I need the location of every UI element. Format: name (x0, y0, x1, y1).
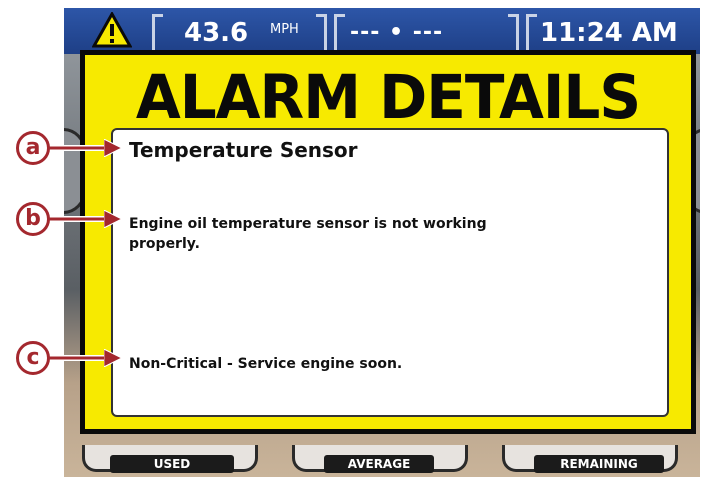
callout-a: a (16, 131, 50, 165)
callout-c: c (16, 341, 50, 375)
callout-b: b (16, 202, 50, 236)
callout-arrows (48, 0, 705, 477)
